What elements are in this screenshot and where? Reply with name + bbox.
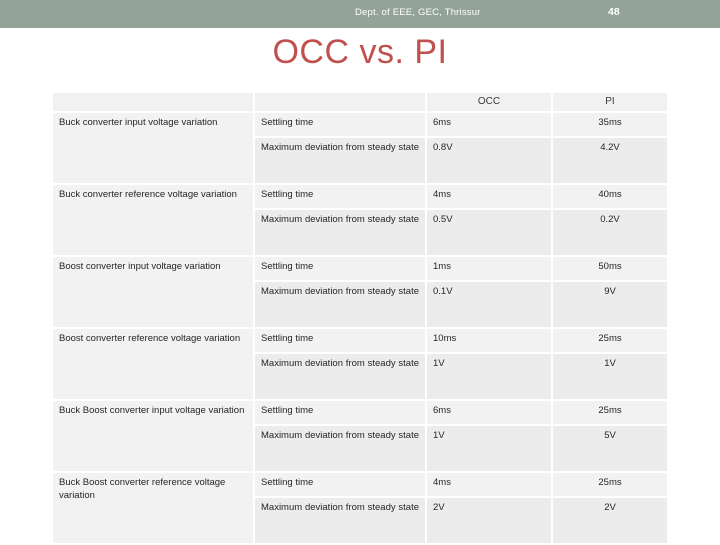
page-title: OCC vs. PI [272, 33, 448, 71]
occ-value: 6ms [427, 401, 551, 424]
metric-label: Settling time [255, 401, 425, 424]
pi-value: 2V [553, 498, 667, 543]
metric-label: Settling time [255, 113, 425, 136]
pi-value: 4.2V [553, 138, 667, 183]
pi-value: 40ms [553, 185, 667, 208]
table-row: Buck converter input voltage variation S… [53, 113, 667, 183]
table-row: Buck converter reference voltage variati… [53, 185, 667, 255]
pi-value: 1V [553, 354, 667, 399]
pi-value: 25ms [553, 473, 667, 496]
occ-value: 0.5V [427, 210, 551, 255]
metric-label: Maximum deviation from steady state [255, 210, 425, 255]
occ-value: 0.8V [427, 138, 551, 183]
occ-value: 6ms [427, 113, 551, 136]
parameter-label: Boost converter reference voltage variat… [53, 329, 253, 399]
table-row: Boost converter reference voltage variat… [53, 329, 667, 399]
metric-label: Maximum deviation from steady state [255, 282, 425, 327]
metric-label: Maximum deviation from steady state [255, 138, 425, 183]
pi-value: 35ms [553, 113, 667, 136]
metric-label: Maximum deviation from steady state [255, 498, 425, 543]
occ-value: 10ms [427, 329, 551, 352]
table-row: Buck Boost converter reference voltage v… [53, 473, 667, 543]
occ-vs-pi-table: OCC PI Buck converter input voltage vari… [51, 91, 669, 545]
metric-label: Settling time [255, 473, 425, 496]
parameter-label: Buck converter reference voltage variati… [53, 185, 253, 255]
table-row: Boost converter input voltage variation … [53, 257, 667, 327]
slide-number: 48 [608, 6, 620, 18]
table-row: Buck Boost converter input voltage varia… [53, 401, 667, 471]
pi-value: 9V [553, 282, 667, 327]
occ-value: 1ms [427, 257, 551, 280]
occ-value: 4ms [427, 473, 551, 496]
department-label: Dept. of EEE, GEC, Thrissur [355, 7, 481, 18]
metric-label: Settling time [255, 185, 425, 208]
pi-value: 0.2V [553, 210, 667, 255]
occ-value: 1V [427, 426, 551, 471]
header-cell-pi: PI [553, 93, 667, 111]
metric-label: Settling time [255, 329, 425, 352]
table-header-row: OCC PI [53, 93, 667, 111]
pi-value: 25ms [553, 329, 667, 352]
metric-label: Maximum deviation from steady state [255, 426, 425, 471]
parameter-label: Buck Boost converter reference voltage v… [53, 473, 253, 543]
parameter-label: Buck converter input voltage variation [53, 113, 253, 183]
metric-label: Settling time [255, 257, 425, 280]
occ-value: 2V [427, 498, 551, 543]
header-cell-blank-1 [53, 93, 253, 111]
header-cell-blank-2 [255, 93, 425, 111]
metric-label: Maximum deviation from steady state [255, 354, 425, 399]
pi-value: 5V [553, 426, 667, 471]
occ-value: 0.1V [427, 282, 551, 327]
pi-value: 50ms [553, 257, 667, 280]
occ-value: 4ms [427, 185, 551, 208]
occ-value: 1V [427, 354, 551, 399]
parameter-label: Boost converter input voltage variation [53, 257, 253, 327]
slide-header-band: Dept. of EEE, GEC, Thrissur 48 [0, 0, 720, 28]
pi-value: 25ms [553, 401, 667, 424]
parameter-label: Buck Boost converter input voltage varia… [53, 401, 253, 471]
header-cell-occ: OCC [427, 93, 551, 111]
comparison-table-wrap: OCC PI Buck converter input voltage vari… [53, 93, 667, 543]
